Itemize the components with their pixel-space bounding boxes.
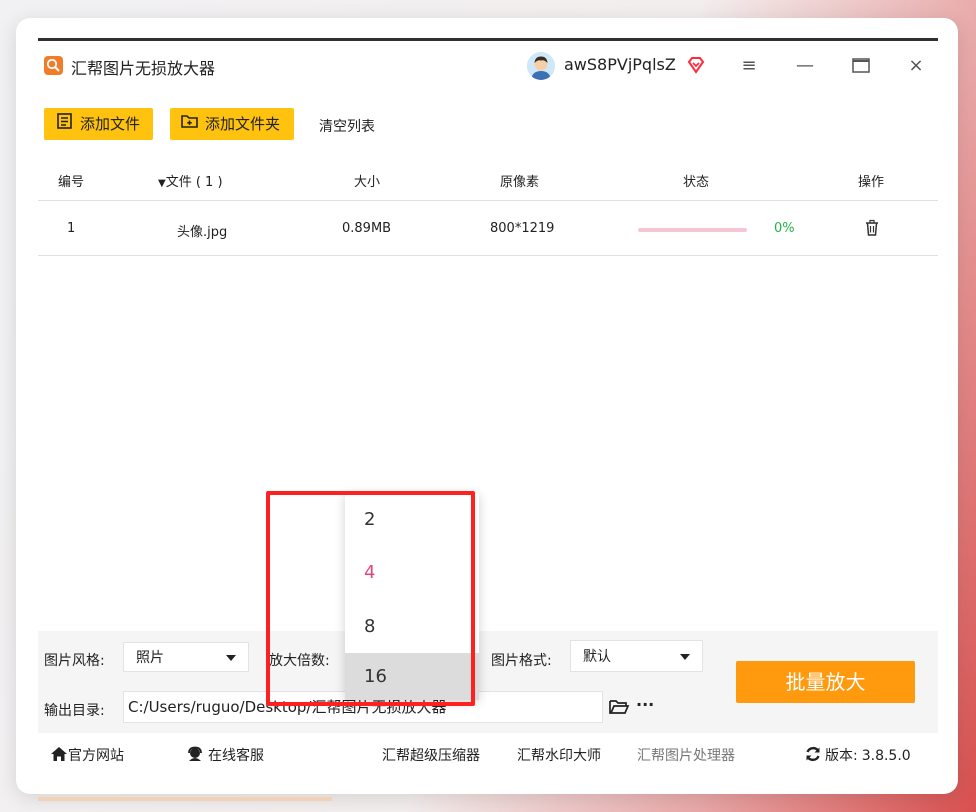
header-no: 编号 xyxy=(58,175,85,190)
support-label: 在线客服 xyxy=(208,748,264,764)
delete-icon[interactable] xyxy=(864,219,880,241)
watermark-link[interactable]: 汇帮水印大师 xyxy=(517,745,601,765)
username[interactable]: awS8PVjPqlsZ xyxy=(564,55,676,74)
highlight-box xyxy=(266,491,475,706)
row-pixels: 800*1219 xyxy=(490,221,555,236)
add-file-button[interactable]: 添加文件 xyxy=(44,108,153,140)
processor-link[interactable]: 汇帮图片处理器 xyxy=(637,745,735,765)
chevron-down-icon xyxy=(226,655,236,661)
format-label: 图片格式: xyxy=(491,653,552,669)
add-file-label: 添加文件 xyxy=(80,115,141,133)
minimize-icon[interactable]: — xyxy=(791,53,819,79)
maximize-icon[interactable] xyxy=(847,53,875,79)
batch-enlarge-button[interactable]: 批量放大 xyxy=(736,661,915,703)
clear-list-button[interactable]: 清空列表 xyxy=(319,116,375,136)
menu-icon[interactable]: ≡ xyxy=(735,53,763,79)
more-options-button[interactable]: ··· xyxy=(636,695,654,714)
support-link[interactable]: 在线客服 xyxy=(186,745,264,765)
bottom-strip xyxy=(38,797,332,801)
row-no: 1 xyxy=(67,221,76,236)
website-link[interactable]: 官方网站 xyxy=(50,745,124,765)
close-icon[interactable]: × xyxy=(902,53,930,79)
header-file-label: 文件 ( 1 ) xyxy=(165,175,223,190)
style-select[interactable]: 照片 xyxy=(123,642,249,672)
app-window: 汇帮图片无损放大器 awS8PVjPqlsZ ≡ — × 添加文件 添加文件夹 … xyxy=(38,38,938,777)
output-label: 输出目录: xyxy=(44,703,105,719)
version-number: 3.8.5.0 xyxy=(861,748,911,764)
compressor-link[interactable]: 汇帮超级压缩器 xyxy=(382,745,480,765)
header-divider xyxy=(38,200,938,201)
file-list-icon xyxy=(56,109,74,141)
chevron-down-icon xyxy=(680,654,690,660)
format-select[interactable]: 默认 xyxy=(570,640,703,672)
header-status: 状态 xyxy=(683,175,710,190)
row-file: 头像.jpg xyxy=(177,225,228,240)
home-icon xyxy=(50,747,68,764)
footer-bar: 官方网站 在线客服 汇帮超级压缩器 汇帮水印大师 汇帮图片处理器 版本: 3.8.… xyxy=(38,733,938,773)
row-divider xyxy=(38,255,938,256)
row-size: 0.89MB xyxy=(342,221,392,236)
version-label: 版本: xyxy=(825,748,858,764)
header-pixels: 原像素 xyxy=(500,175,540,190)
version-info[interactable]: 版本: 3.8.5.0 xyxy=(804,745,911,765)
style-value: 照片 xyxy=(136,650,164,666)
add-folder-label: 添加文件夹 xyxy=(205,115,281,133)
style-label: 图片风格: xyxy=(44,653,105,669)
sort-down-icon: ▼ xyxy=(158,178,166,189)
progress-percent: 0% xyxy=(774,221,795,236)
header-size: 大小 xyxy=(354,175,381,190)
progress-bar xyxy=(638,228,747,232)
website-label: 官方网站 xyxy=(68,748,124,764)
app-logo-icon xyxy=(44,56,63,75)
vip-diamond-icon[interactable] xyxy=(686,55,706,75)
headset-icon xyxy=(186,746,204,764)
folder-open-icon[interactable] xyxy=(608,697,630,721)
add-folder-button[interactable]: 添加文件夹 xyxy=(170,108,294,140)
folder-add-icon xyxy=(180,109,199,141)
header-file[interactable]: ▼文件 ( 1 ) xyxy=(158,171,223,190)
title-bar: 汇帮图片无损放大器 awS8PVjPqlsZ ≡ — × xyxy=(38,41,938,93)
app-title: 汇帮图片无损放大器 xyxy=(71,59,216,78)
refresh-icon xyxy=(804,746,822,764)
user-avatar-icon[interactable] xyxy=(527,52,555,80)
format-value: 默认 xyxy=(583,649,611,665)
header-action: 操作 xyxy=(858,175,885,190)
